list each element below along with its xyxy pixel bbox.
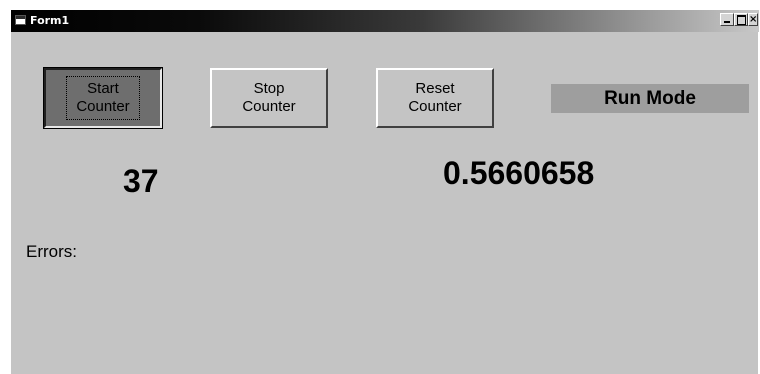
- start-counter-button[interactable]: Start Counter: [43, 67, 163, 129]
- form-app-icon[interactable]: [15, 15, 26, 25]
- reset-counter-button[interactable]: Reset Counter: [376, 68, 494, 128]
- minimize-icon[interactable]: [720, 13, 734, 26]
- counter-value: 37: [123, 163, 159, 199]
- title-bar[interactable]: Form1 ×: [11, 10, 759, 32]
- stop-counter-label: Stop Counter: [242, 80, 296, 115]
- errors-label: Errors:: [26, 242, 77, 261]
- form-window: Form1 × Start Counter Stop Counter Reset…: [10, 10, 759, 374]
- random-value: 0.5660658: [443, 155, 595, 191]
- close-icon[interactable]: ×: [748, 13, 758, 26]
- window-controls: ×: [720, 13, 758, 29]
- reset-counter-label: Reset Counter: [408, 80, 462, 115]
- start-counter-label: Start Counter: [66, 76, 140, 120]
- mode-label: Run Mode: [551, 84, 749, 113]
- stop-counter-button[interactable]: Stop Counter: [210, 68, 328, 128]
- maximize-icon[interactable]: [734, 13, 748, 26]
- window-title: Form1: [30, 14, 70, 27]
